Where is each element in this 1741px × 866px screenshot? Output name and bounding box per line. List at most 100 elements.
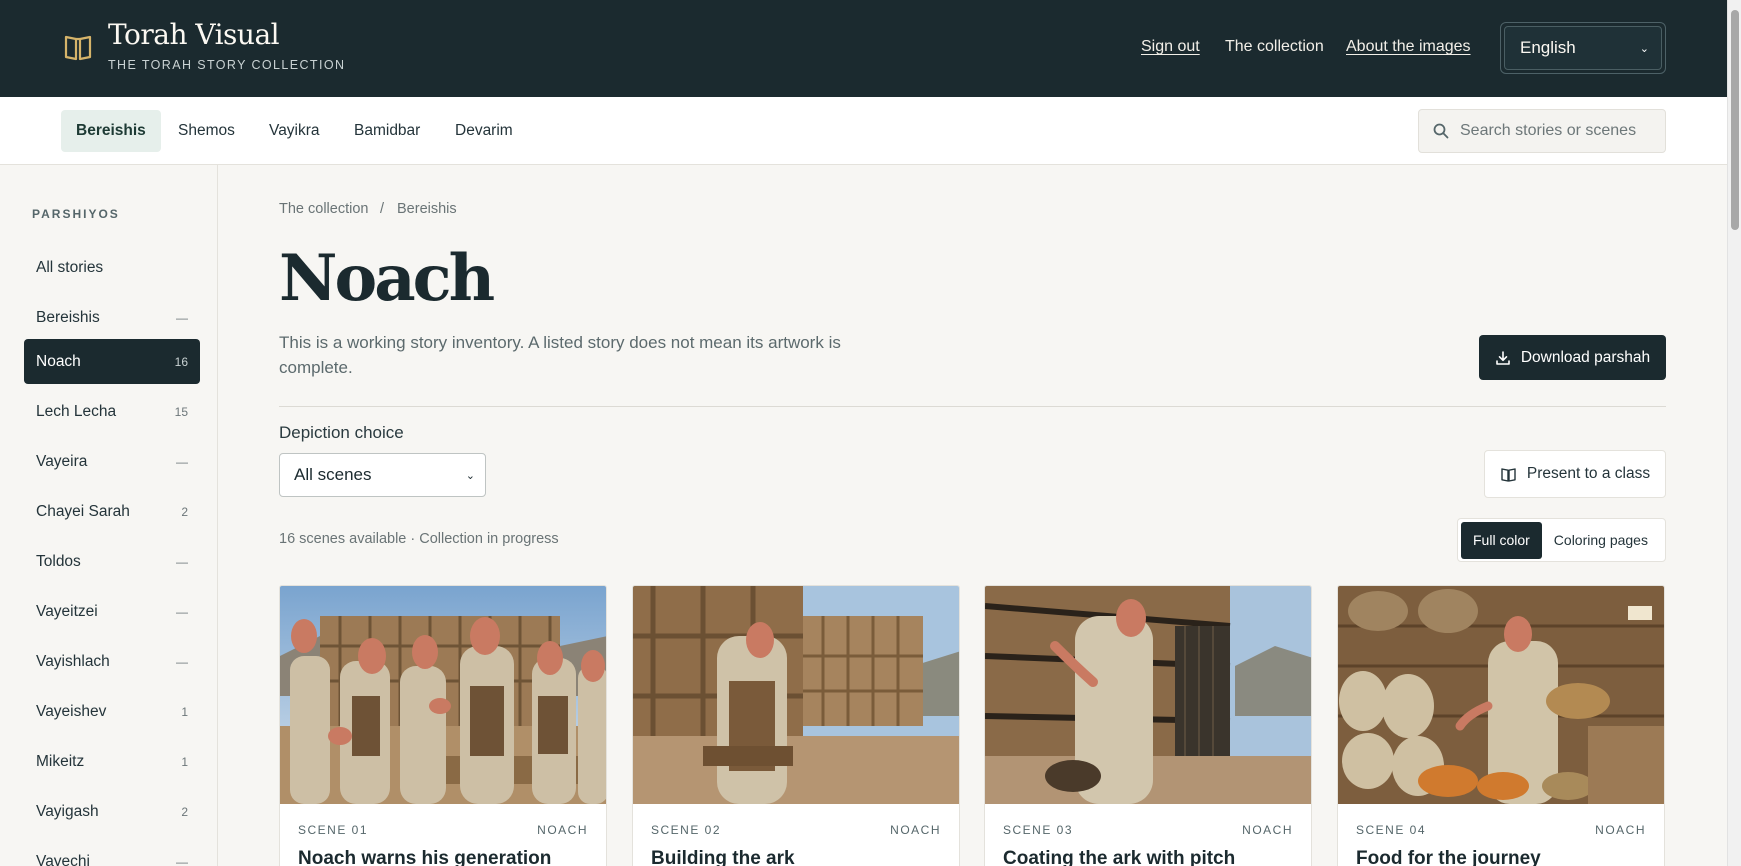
scene-image: [1338, 586, 1664, 804]
chevron-down-icon: ⌄: [465, 469, 475, 482]
book-icon: [64, 35, 92, 61]
sidebar-item-label: Vayeishev: [36, 702, 107, 720]
sidebar-item-vayeira[interactable]: Vayeira —: [24, 439, 200, 484]
scene-image: [985, 586, 1311, 804]
sidebar-item-label: Noach: [36, 352, 81, 370]
sidebar-item-label: Vayishlach: [36, 652, 110, 670]
sidebar-item-chayei-sarah[interactable]: Chayei Sarah 2: [24, 489, 200, 534]
sidebar-item-all-stories[interactable]: All stories: [24, 245, 200, 290]
sidebar-item-count: 2: [181, 504, 188, 519]
tab-devarim[interactable]: Devarim: [440, 110, 528, 152]
search-placeholder: Search stories or scenes: [1460, 122, 1637, 139]
breadcrumb-separator: /: [380, 201, 385, 217]
scene-title: Building the ark: [651, 848, 795, 866]
sidebar-item-count: —: [176, 854, 188, 866]
top-header: Torah Visual THE TORAH STORY COLLECTION …: [0, 0, 1727, 97]
parsha-sidebar: PARSHIYOS All stories Bereishis — Noach 16…: [0, 165, 218, 866]
scene-number: SCENE 04: [1356, 823, 1427, 837]
depiction-select[interactable]: All scenes ⌄: [279, 453, 486, 497]
scene-number: SCENE 02: [651, 823, 722, 837]
brand[interactable]: Torah Visual THE TORAH STORY COLLECTION: [63, 18, 345, 72]
sidebar-item-count: —: [176, 604, 188, 619]
sidebar-item-vayishlach[interactable]: Vayishlach —: [24, 639, 200, 684]
sidebar-item-label: Lech Lecha: [36, 402, 117, 420]
breadcrumb-root[interactable]: The collection: [279, 201, 368, 217]
present-to-class-label: Present to a class: [1526, 465, 1651, 482]
language-value: English: [1520, 38, 1576, 57]
sidebar-item-count: 16: [174, 354, 188, 369]
view-mode-toggle: Full color Coloring pages: [1457, 518, 1666, 562]
language-select[interactable]: English ⌄: [1504, 26, 1662, 70]
sidebar-item-label: Vayeira: [36, 452, 88, 470]
sidebar-item-bereishis[interactable]: Bereishis —: [24, 295, 200, 340]
sidebar-item-mikeitz[interactable]: Mikeitz 1: [24, 739, 200, 784]
scene-image: [633, 586, 959, 804]
tab-bereishis[interactable]: Bereishis: [61, 110, 161, 152]
sidebar-item-vayeitzei[interactable]: Vayeitzei —: [24, 589, 200, 634]
tab-shemos[interactable]: Shemos: [163, 110, 250, 152]
sidebar-item-count: —: [176, 310, 188, 325]
collection-link[interactable]: The collection: [1225, 38, 1324, 56]
search-input[interactable]: Search stories or scenes: [1418, 109, 1666, 153]
sidebar-item-count: —: [176, 454, 188, 469]
sidebar-item-vayigash[interactable]: Vayigash 2: [24, 789, 200, 834]
sidebar-item-label: Bereishis: [36, 308, 100, 326]
download-parshah-label: Download parshah: [1520, 348, 1651, 366]
sidebar-item-vayeishev[interactable]: Vayeishev 1: [24, 689, 200, 734]
sidebar-item-count: —: [176, 554, 188, 569]
sidebar-heading: PARSHIYOS: [32, 207, 120, 221]
scene-title: Food for the journey: [1356, 848, 1541, 866]
site-title: Torah Visual: [108, 18, 280, 51]
scene-number: SCENE 01: [298, 823, 369, 837]
breadcrumb-current: Bereishis: [397, 201, 457, 217]
download-icon: [1496, 350, 1510, 365]
chevron-down-icon: ⌄: [1639, 42, 1649, 55]
sidebar-item-toldos[interactable]: Toldos —: [24, 539, 200, 584]
scene-parsha: NOACH: [890, 823, 941, 837]
sidebar-item-label: Mikeitz: [36, 752, 85, 770]
site-subtitle: THE TORAH STORY COLLECTION: [108, 58, 346, 72]
divider: [279, 406, 1666, 407]
sidebar-item-count: —: [176, 654, 188, 669]
search-icon: [1433, 123, 1449, 139]
depiction-label: Depiction choice: [279, 423, 404, 442]
present-to-class-button[interactable]: Present to a class: [1484, 450, 1666, 498]
tab-bamidbar[interactable]: Bamidbar: [339, 110, 435, 152]
sidebar-item-label: Vayigash: [36, 802, 99, 820]
page-title: Noach: [279, 241, 495, 316]
sidebar-item-count: 15: [174, 404, 188, 419]
scene-card[interactable]: SCENE 04 NOACH Food for the journey: [1337, 585, 1665, 866]
scene-image: [280, 586, 606, 804]
sidebar-item-label: Vayeitzei: [36, 602, 98, 620]
scene-number: SCENE 03: [1003, 823, 1074, 837]
scene-title: Coating the ark with pitch: [1003, 848, 1236, 866]
sidebar-item-label: Vayechi: [36, 852, 90, 866]
sidebar-item-label: Chayei Sarah: [36, 502, 130, 520]
scene-parsha: NOACH: [1595, 823, 1646, 837]
sidebar-item-label: All stories: [36, 258, 104, 276]
scrollbar-thumb[interactable]: [1731, 10, 1739, 230]
scene-card[interactable]: SCENE 01 NOACH Noach warns his generatio…: [279, 585, 607, 866]
scene-status: 16 scenes available · Collection in prog…: [279, 531, 559, 547]
language-select-wrapper: English ⌄: [1500, 22, 1666, 74]
about-images-link[interactable]: About the images: [1346, 38, 1471, 56]
download-parshah-button[interactable]: Download parshah: [1479, 335, 1666, 380]
tab-vayikra[interactable]: Vayikra: [254, 110, 335, 152]
sidebar-item-label: Toldos: [36, 552, 81, 570]
book-tabs-bar: Bereishis Shemos Vayikra Bamidbar Devari…: [0, 97, 1727, 165]
sidebar-item-noach[interactable]: Noach 16: [24, 339, 200, 384]
page-description: This is a working story inventory. A lis…: [279, 333, 841, 377]
sign-out-link[interactable]: Sign out: [1141, 38, 1200, 56]
scene-parsha: NOACH: [1242, 823, 1293, 837]
coloring-pages-option[interactable]: Coloring pages: [1542, 522, 1660, 559]
book-icon: [1501, 467, 1516, 482]
scene-card[interactable]: SCENE 02 NOACH Building the ark: [632, 585, 960, 866]
depiction-value: All scenes: [294, 465, 372, 484]
page-scrollbar[interactable]: [1727, 0, 1741, 866]
scene-card[interactable]: SCENE 03 NOACH Coating the ark with pitc…: [984, 585, 1312, 866]
sidebar-item-count: 2: [181, 804, 188, 819]
sidebar-item-lech-lecha[interactable]: Lech Lecha 15: [24, 389, 200, 434]
scene-parsha: NOACH: [537, 823, 588, 837]
sidebar-item-vayechi[interactable]: Vayechi —: [24, 839, 200, 866]
full-color-option[interactable]: Full color: [1461, 521, 1542, 559]
